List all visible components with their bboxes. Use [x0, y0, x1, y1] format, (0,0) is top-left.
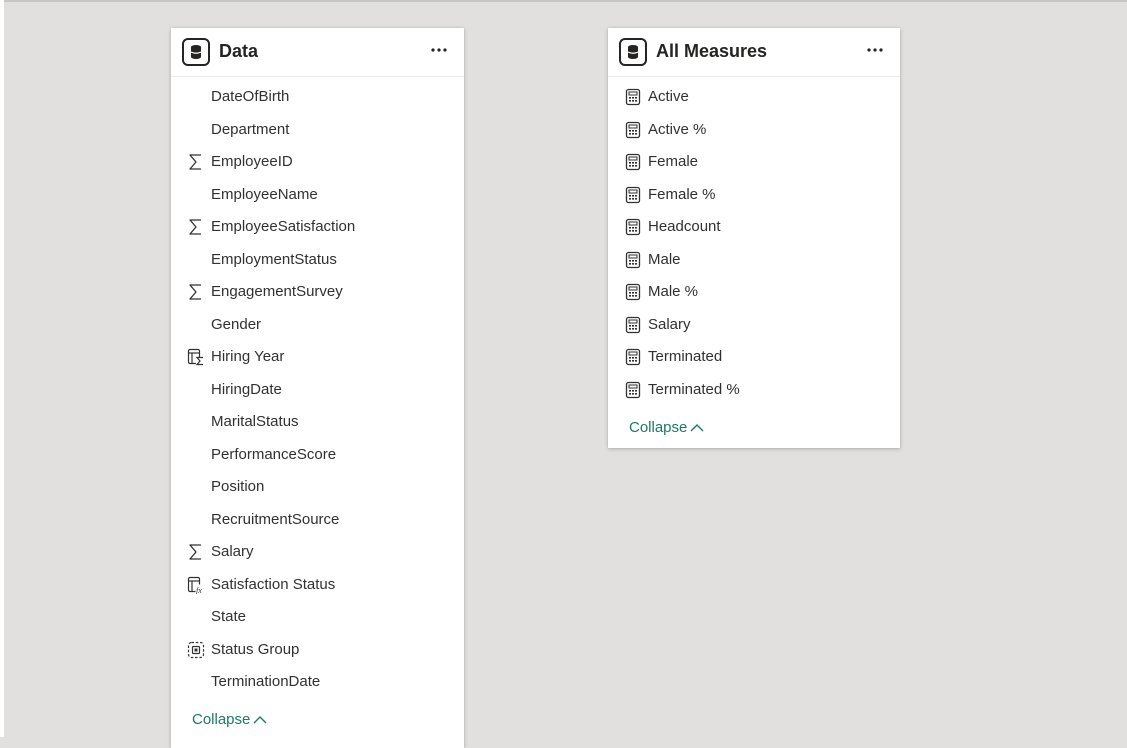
field-item[interactable]: HiringDate: [171, 377, 464, 403]
field-item[interactable]: EmployeeSatisfaction: [171, 214, 464, 240]
field-label: Headcount: [648, 218, 721, 235]
field-label: Position: [211, 478, 265, 495]
field-label: Salary: [648, 315, 691, 333]
field-label: Status Group: [211, 640, 300, 658]
field-label: Male %: [648, 283, 699, 300]
field-item[interactable]: EngagementSurvey: [171, 279, 464, 305]
field-label: Satisfaction Status: [211, 575, 336, 593]
table-title: Data: [219, 41, 259, 61]
field-label: Active: [648, 88, 689, 105]
field-item[interactable]: Male: [608, 247, 900, 273]
calculator-icon: [624, 218, 642, 236]
field-item[interactable]: EmployeeName: [171, 182, 464, 208]
calculator-icon: [624, 251, 642, 269]
field-item[interactable]: Salary: [171, 539, 464, 565]
field-label: EmploymentStatus: [211, 250, 337, 268]
field-item[interactable]: Female %: [608, 182, 900, 208]
field-item[interactable]: Active: [608, 84, 900, 110]
field-item[interactable]: Gender: [171, 312, 464, 338]
field-item[interactable]: EmployeeID: [171, 149, 464, 175]
left-border: [0, 0, 4, 737]
calculator-icon: [624, 283, 642, 301]
field-item[interactable]: MaritalStatus: [171, 409, 464, 435]
table-card-data[interactable]: Data DateOfBirth Department EmployeeID Empl…: [171, 28, 464, 748]
field-label: Female: [648, 153, 699, 170]
field-label: Gender: [211, 315, 262, 333]
field-item[interactable]: fx Satisfaction Status: [171, 572, 464, 598]
field-item[interactable]: Salary: [608, 312, 900, 338]
field-label: Hiring Year: [211, 348, 285, 365]
group-icon: [187, 641, 205, 659]
table-title: All Measures: [656, 41, 768, 61]
field-item[interactable]: TerminationDate: [171, 669, 464, 695]
field-item[interactable]: Male %: [608, 279, 900, 305]
table-card-header[interactable]: Data: [171, 28, 464, 77]
chevron-up-icon: [253, 716, 267, 724]
calculator-icon: [624, 153, 642, 171]
field-item[interactable]: Department: [171, 117, 464, 143]
collapse-button[interactable]: Collapse: [192, 711, 267, 728]
calculator-icon: [624, 381, 642, 399]
calculated-column-sigma-icon: [187, 348, 205, 366]
collapse-button[interactable]: Collapse: [629, 419, 704, 436]
calculator-icon: [624, 121, 642, 139]
table-card-all-measures[interactable]: All Measures Active Active % Female Female …: [608, 28, 900, 448]
sigma-icon: [187, 543, 205, 561]
field-label: EmployeeName: [211, 185, 318, 203]
field-label: EmployeeSatisfaction: [211, 218, 356, 235]
field-label: EmployeeID: [211, 153, 293, 170]
field-label: Male: [648, 250, 681, 268]
field-label: RecruitmentSource: [211, 510, 340, 528]
field-label: Terminated %: [648, 380, 740, 398]
field-label: EngagementSurvey: [211, 283, 343, 300]
field-item[interactable]: Headcount: [608, 214, 900, 240]
field-label: Female %: [648, 185, 716, 203]
field-item[interactable]: Hiring Year: [171, 344, 464, 370]
field-item[interactable]: Terminated: [608, 344, 900, 370]
field-item[interactable]: EmploymentStatus: [171, 247, 464, 273]
top-border: [0, 0, 1127, 2]
field-item[interactable]: Terminated %: [608, 377, 900, 403]
field-item[interactable]: Active %: [608, 117, 900, 143]
calculated-column-fx-icon: fx: [187, 576, 205, 595]
table-icon: [619, 38, 647, 66]
field-label: HiringDate: [211, 380, 282, 398]
more-options-icon[interactable]: [430, 45, 448, 55]
sigma-icon: [187, 283, 205, 301]
field-label: TerminationDate: [211, 673, 321, 690]
table-card-header[interactable]: All Measures: [608, 28, 900, 77]
field-item[interactable]: Status Group: [171, 637, 464, 663]
field-item[interactable]: DateOfBirth: [171, 84, 464, 110]
collapse-label: Collapse: [192, 711, 251, 728]
field-label: Salary: [211, 543, 254, 560]
field-item[interactable]: State: [171, 604, 464, 630]
collapse-label: Collapse: [629, 419, 688, 436]
sigma-icon: [187, 218, 205, 236]
field-item[interactable]: RecruitmentSource: [171, 507, 464, 533]
more-options-icon[interactable]: [866, 45, 884, 55]
field-item[interactable]: Position: [171, 474, 464, 500]
svg-text:fx: fx: [196, 586, 202, 594]
field-label: MaritalStatus: [211, 413, 299, 430]
field-label: DateOfBirth: [211, 88, 290, 105]
calculator-icon: [624, 316, 642, 334]
field-item[interactable]: Female: [608, 149, 900, 175]
field-item[interactable]: PerformanceScore: [171, 442, 464, 468]
field-label: PerformanceScore: [211, 445, 337, 463]
calculator-icon: [624, 88, 642, 106]
table-icon: [182, 38, 210, 66]
field-label: Active %: [648, 120, 707, 138]
calculator-icon: [624, 186, 642, 204]
field-label: Terminated: [648, 348, 723, 365]
chevron-up-icon: [690, 424, 704, 432]
calculator-icon: [624, 348, 642, 366]
field-label: State: [211, 608, 247, 625]
field-label: Department: [211, 120, 290, 138]
sigma-icon: [187, 153, 205, 171]
